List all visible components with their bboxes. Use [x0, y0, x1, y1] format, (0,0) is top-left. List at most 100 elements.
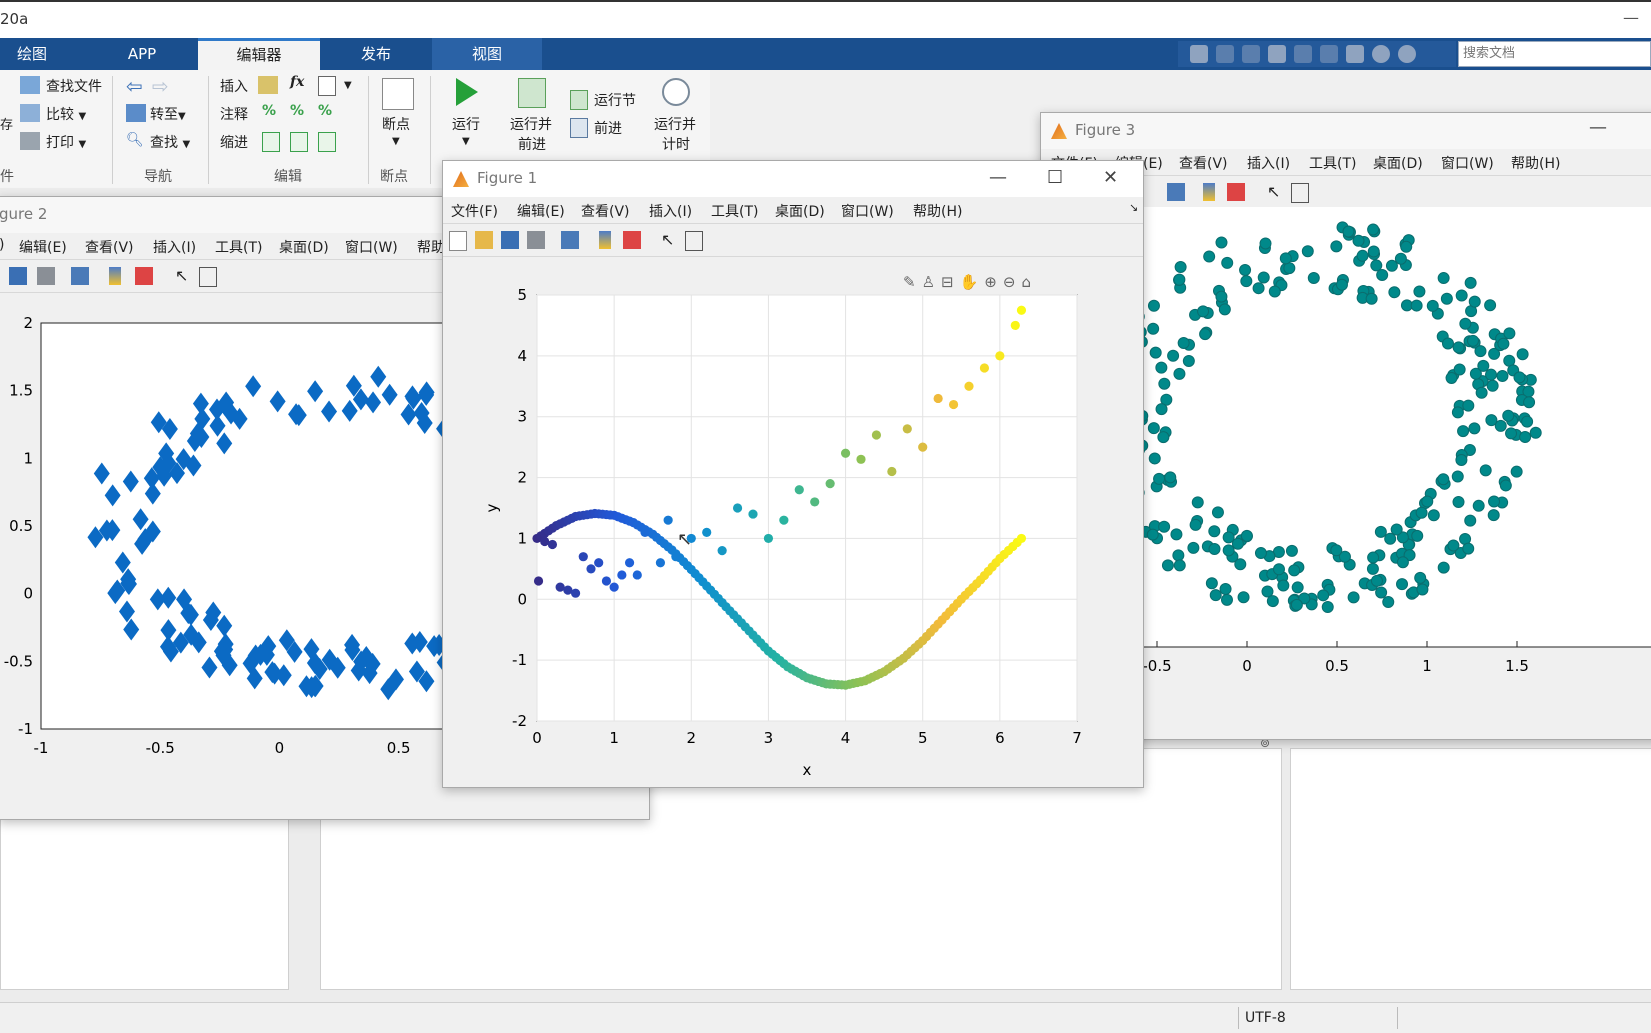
- wrap-comments-icon[interactable]: %: [318, 103, 332, 119]
- compare-button[interactable]: 比较 ▼: [46, 104, 86, 124]
- colorbar-icon[interactable]: [1203, 183, 1215, 201]
- run-and-advance-button-line1[interactable]: 运行并: [510, 114, 552, 134]
- menu-help[interactable]: 帮助: [417, 237, 445, 257]
- find-files-button[interactable]: 查找文件: [46, 76, 102, 96]
- save-icon[interactable]: [1190, 45, 1208, 63]
- app-title-bar: 20a —: [0, 0, 1651, 38]
- insert-section-icon[interactable]: [258, 76, 278, 94]
- menu-desktop[interactable]: 桌面(D): [279, 237, 329, 257]
- print-button[interactable]: 打印 ▼: [46, 132, 86, 152]
- chevron-down-icon[interactable]: [1398, 45, 1416, 63]
- tab-editor[interactable]: 编辑器: [198, 38, 320, 70]
- menu-desktop[interactable]: 桌面(D): [775, 201, 825, 221]
- run-icon[interactable]: [456, 78, 478, 106]
- redo-icon[interactable]: [1320, 45, 1338, 63]
- decrease-indent-icon[interactable]: [318, 132, 336, 152]
- menu-file[interactable]: 文件(F): [451, 201, 498, 221]
- chevron-down-icon[interactable]: ▼: [392, 136, 400, 147]
- fx-icon[interactable]: fx: [290, 74, 304, 90]
- menu-tools[interactable]: 工具(T): [711, 201, 758, 221]
- figure-1-window: Figure 1 — ☐ ✕ 文件(F) 编辑(E) 查看(V) 插入(I) 工…: [442, 160, 1144, 788]
- run-and-time-button-line1[interactable]: 运行并: [654, 114, 696, 134]
- select-arrow-icon[interactable]: ↖: [661, 231, 679, 249]
- comment-icon[interactable]: %: [262, 103, 276, 119]
- menu-desktop[interactable]: 桌面(D): [1373, 153, 1423, 173]
- forward-arrow-icon[interactable]: ⇨: [152, 74, 169, 98]
- print-icon[interactable]: [37, 267, 55, 285]
- link-plot-icon[interactable]: [1167, 183, 1185, 201]
- run-button[interactable]: 运行: [452, 114, 480, 134]
- tab-publish[interactable]: 发布: [320, 38, 432, 70]
- legend-icon[interactable]: [1227, 183, 1245, 201]
- undo-icon[interactable]: [1294, 45, 1312, 63]
- tab-apps[interactable]: APP: [100, 38, 184, 70]
- tab-view[interactable]: 视图: [432, 38, 542, 70]
- switch-windows-icon[interactable]: [1346, 45, 1364, 63]
- find-button[interactable]: 查找 ▼: [150, 132, 190, 152]
- run-and-time-icon[interactable]: [662, 78, 690, 106]
- group-divider: [430, 76, 431, 184]
- cut-icon[interactable]: [1216, 45, 1234, 63]
- increase-indent-icon[interactable]: [290, 132, 308, 152]
- menu-edit[interactable]: 编辑(E): [19, 237, 67, 257]
- menu-edit[interactable]: 编辑(E): [517, 201, 565, 221]
- minimize-icon[interactable]: —: [1589, 117, 1607, 138]
- link-plot-icon[interactable]: [71, 267, 89, 285]
- dock-arrow-icon[interactable]: ↘: [1129, 201, 1138, 214]
- property-inspector-icon[interactable]: [199, 267, 217, 287]
- select-arrow-icon[interactable]: ↖: [175, 267, 193, 285]
- property-inspector-icon[interactable]: [1291, 183, 1309, 203]
- legend-icon[interactable]: [623, 231, 641, 249]
- copy-icon[interactable]: [1242, 45, 1260, 63]
- new-figure-icon[interactable]: [449, 231, 467, 251]
- paste-icon[interactable]: [1268, 45, 1286, 63]
- run-and-advance-icon[interactable]: [518, 78, 546, 108]
- tab-plots[interactable]: 绘图: [0, 38, 64, 70]
- goto-button[interactable]: 转至▼: [150, 104, 186, 124]
- open-icon[interactable]: [475, 231, 493, 249]
- menu-view[interactable]: 查看(V): [1179, 153, 1228, 173]
- menu-view[interactable]: 查看(V): [85, 237, 134, 257]
- menu-window[interactable]: 窗口(W): [1441, 153, 1494, 173]
- colorbar-icon[interactable]: [109, 267, 121, 285]
- menu-file[interactable]: ): [0, 237, 4, 253]
- legend-icon[interactable]: [135, 267, 153, 285]
- close-icon[interactable]: ✕: [1103, 167, 1118, 188]
- advance-button[interactable]: 前进: [594, 118, 622, 138]
- back-arrow-icon[interactable]: ⇦: [126, 74, 143, 98]
- menu-window[interactable]: 窗口(W): [841, 201, 894, 221]
- breakpoints-icon[interactable]: [382, 78, 414, 110]
- menu-tools[interactable]: 工具(T): [1309, 153, 1356, 173]
- print-icon[interactable]: [527, 231, 545, 249]
- menu-insert[interactable]: 插入(I): [153, 237, 196, 257]
- run-and-advance-button-line2[interactable]: 前进: [518, 134, 546, 154]
- colorbar-icon[interactable]: [599, 231, 611, 249]
- breakpoints-button[interactable]: 断点: [382, 114, 410, 134]
- menu-view[interactable]: 查看(V): [581, 201, 630, 221]
- menu-insert[interactable]: 插入(I): [649, 201, 692, 221]
- smart-indent-icon[interactable]: [262, 132, 280, 152]
- select-arrow-icon[interactable]: ↖: [1267, 183, 1285, 201]
- insert-function-icon[interactable]: [318, 76, 336, 96]
- menu-insert[interactable]: 插入(I): [1247, 153, 1290, 173]
- menu-help[interactable]: 帮助(H): [913, 201, 962, 221]
- menu-help[interactable]: 帮助(H): [1511, 153, 1560, 173]
- chevron-down-icon[interactable]: ▼: [344, 80, 352, 91]
- chevron-down-icon[interactable]: ▼: [462, 136, 470, 147]
- menu-window[interactable]: 窗口(W): [345, 237, 398, 257]
- property-inspector-icon[interactable]: [685, 231, 703, 251]
- minimize-icon[interactable]: —: [1623, 8, 1639, 27]
- run-and-time-button-line2[interactable]: 计时: [662, 134, 690, 154]
- menu-tools[interactable]: 工具(T): [215, 237, 262, 257]
- run-section-button[interactable]: 运行节: [594, 90, 636, 110]
- link-plot-icon[interactable]: [561, 231, 579, 249]
- uncomment-icon[interactable]: %: [290, 103, 304, 119]
- save-fragment[interactable]: 存: [0, 114, 13, 133]
- minimize-icon[interactable]: —: [989, 167, 1007, 188]
- save-icon[interactable]: [9, 267, 27, 285]
- maximize-icon[interactable]: ☐: [1047, 167, 1063, 188]
- save-icon[interactable]: [501, 231, 519, 249]
- search-documentation-input[interactable]: 搜索文档: [1458, 41, 1651, 67]
- help-icon[interactable]: [1372, 45, 1390, 63]
- matlab-logo-icon: [1051, 123, 1067, 139]
